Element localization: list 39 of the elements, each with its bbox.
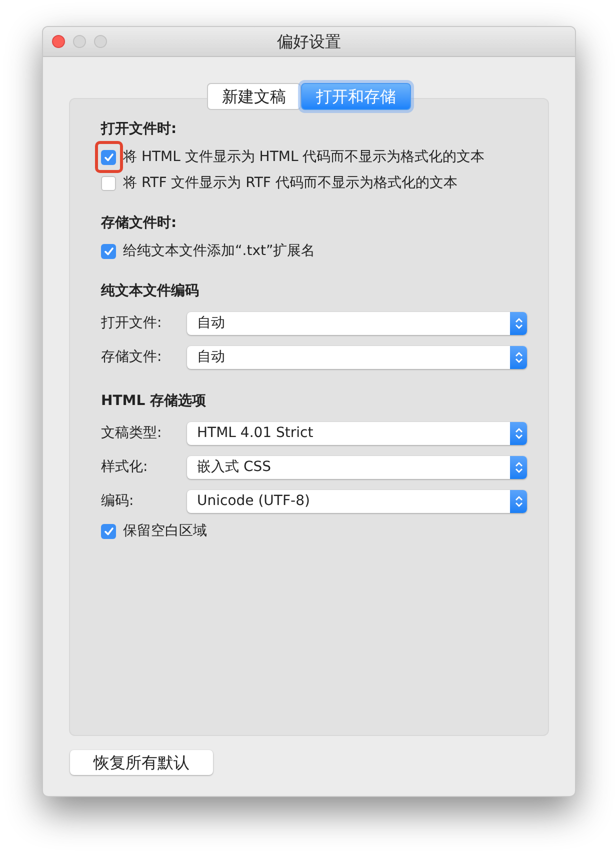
- checkbox-label: 保留空白区域: [123, 522, 207, 540]
- checkbox-label: 将 HTML 文件显示为 HTML 代码而不显示为格式化的文本: [123, 148, 485, 166]
- stepper-icon: [510, 422, 527, 444]
- checkbox[interactable]: [101, 524, 116, 538]
- field-label: 文稿类型:: [101, 424, 163, 442]
- dropdown-value: 自动: [197, 314, 225, 332]
- dropdown[interactable]: Unicode (UTF-8): [187, 490, 527, 512]
- checkbox[interactable]: [101, 150, 116, 164]
- field-label: 样式化:: [101, 458, 149, 476]
- section-heading: HTML 存储选项: [101, 392, 207, 411]
- stepper-icon: [510, 490, 527, 512]
- stepper-icon: [510, 456, 527, 478]
- checkbox[interactable]: [101, 244, 116, 258]
- checkmark-icon: [104, 246, 114, 256]
- stepper-icon: [510, 346, 527, 368]
- window-title: 偏好设置: [277, 30, 341, 52]
- checkmark-icon: [104, 152, 114, 162]
- dropdown-value: Unicode (UTF-8): [197, 492, 310, 510]
- checkbox-label: 给纯文本文件添加“.txt”扩展名: [123, 242, 316, 260]
- restore-defaults-button[interactable]: 恢复所有默认: [70, 750, 213, 775]
- field-label: 存储文件:: [101, 348, 163, 366]
- close-button[interactable]: [52, 35, 65, 48]
- dropdown-value: 嵌入式 CSS: [197, 458, 271, 476]
- tab[interactable]: 新建文稿: [207, 83, 301, 110]
- checkmark-icon: [104, 526, 114, 536]
- field-label: 编码:: [101, 492, 135, 510]
- dropdown-value: 自动: [197, 348, 225, 366]
- dropdown-value: HTML 4.01 Strict: [197, 424, 314, 442]
- dropdown[interactable]: HTML 4.01 Strict: [187, 422, 527, 444]
- checkbox[interactable]: [101, 176, 116, 190]
- section-heading: 存储文件时:: [101, 214, 178, 233]
- checkbox-label: 将 RTF 文件显示为 RTF 代码而不显示为格式化的文本: [123, 174, 458, 192]
- section-heading: 打开文件时:: [101, 120, 178, 139]
- dropdown[interactable]: 嵌入式 CSS: [187, 456, 527, 478]
- field-label: 打开文件:: [101, 314, 163, 332]
- dropdown[interactable]: 自动: [187, 346, 527, 368]
- dropdown[interactable]: 自动: [187, 312, 527, 334]
- section-heading: 纯文本文件编码: [101, 282, 200, 301]
- stepper-icon: [510, 312, 527, 334]
